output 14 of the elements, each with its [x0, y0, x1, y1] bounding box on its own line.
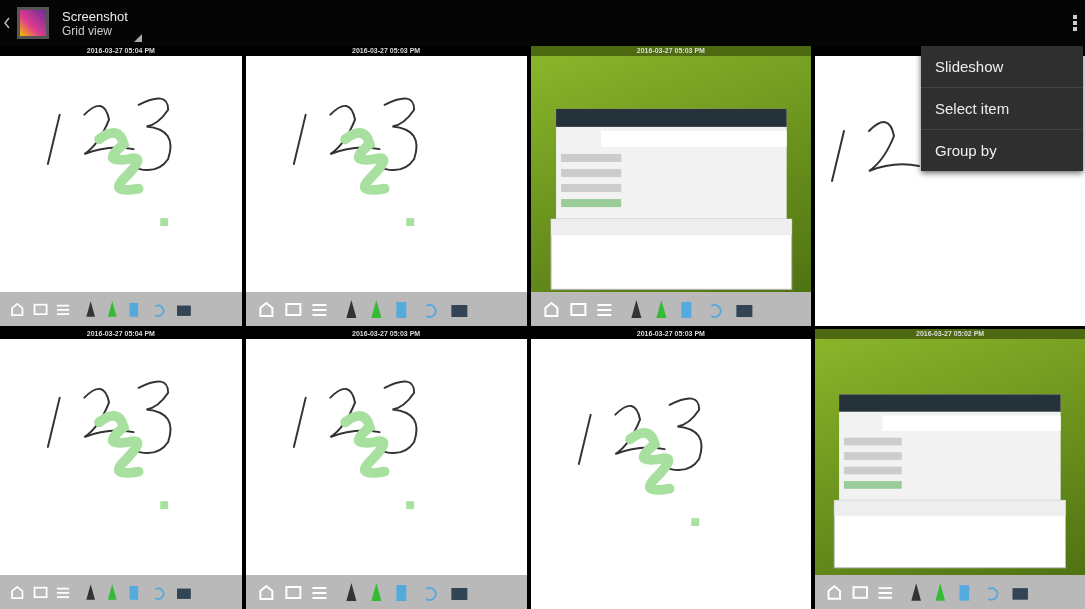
screenshot-thumbnail[interactable] — [0, 339, 242, 609]
screenshot-thumbnail[interactable] — [0, 56, 242, 326]
gallery-app-icon[interactable] — [16, 6, 50, 40]
screenshot-thumbnail[interactable] — [530, 339, 812, 609]
menu-item[interactable]: Group by — [921, 129, 1083, 171]
back-caret-icon[interactable] — [4, 17, 10, 29]
menu-item[interactable]: Slideshow — [921, 46, 1083, 87]
view-mode-label[interactable]: Grid view — [62, 23, 128, 38]
overflow-menu-icon[interactable] — [1073, 15, 1077, 31]
screenshot-thumbnail[interactable] — [245, 56, 527, 326]
album-title: Screenshot — [62, 8, 128, 24]
dropdown-triangle-icon[interactable] — [133, 34, 142, 42]
menu-item[interactable]: Select item — [921, 87, 1083, 129]
screenshot-thumbnail[interactable] — [245, 339, 527, 609]
